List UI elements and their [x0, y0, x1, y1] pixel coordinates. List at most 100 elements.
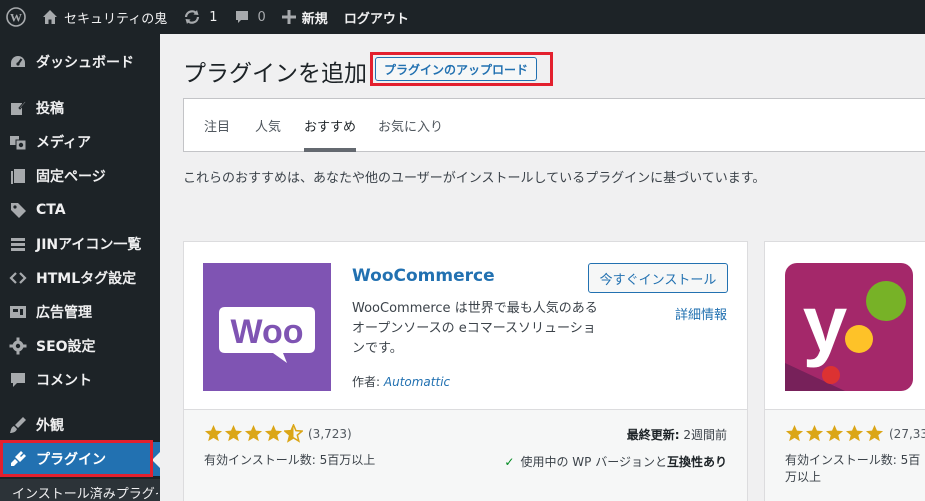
- sidebar-item-media[interactable]: メディア: [0, 125, 160, 159]
- plugin-icon: [8, 449, 28, 469]
- author-link[interactable]: Automattic: [384, 375, 450, 389]
- rating-count: (3,723): [308, 426, 352, 441]
- sidebar-item-label: メディア: [36, 135, 92, 151]
- sidebar-item-ads[interactable]: 広告管理: [0, 295, 160, 329]
- star-full-icon: [244, 424, 263, 443]
- brush-icon: [8, 415, 28, 435]
- woocommerce-logo-icon: Woo: [203, 263, 331, 391]
- sidebar-item-label: 広告管理: [36, 305, 92, 321]
- star-full-icon: [785, 424, 804, 443]
- comment-icon: [234, 9, 250, 25]
- star-full-icon: [204, 424, 223, 443]
- updates-icon: [183, 9, 201, 25]
- comments-count: 0: [257, 9, 266, 25]
- star-full-icon: [224, 424, 243, 443]
- star-rating: (3,723): [204, 423, 352, 443]
- tab-recommended[interactable]: おすすめ: [304, 99, 357, 152]
- sidebar-item-html-tags[interactable]: HTMLタグ設定: [0, 261, 160, 295]
- sidebar-item-label: ダッシュボード: [36, 55, 134, 71]
- updates-count: 1: [209, 9, 218, 25]
- plugin-card-woocommerce: Woo WooCommerce 今すぐインストール 詳細情報 WooCommer…: [183, 241, 748, 501]
- last-updated: 最終更新: 2週間前: [627, 426, 727, 443]
- plugin-author: 作者: Automattic: [352, 373, 450, 390]
- logout-link[interactable]: ログアウト: [336, 0, 417, 34]
- updates-link[interactable]: 1: [175, 0, 225, 34]
- plugin-card-yoast: y (27,339 有効インストール数: 5百万以上: [764, 241, 925, 501]
- tag-icon: [8, 200, 28, 220]
- compatibility: ✓ 使用中の WP バージョンと 互換性あり: [504, 453, 727, 470]
- sidebar-item-seo[interactable]: SEO設定: [0, 329, 160, 363]
- tab-featured[interactable]: 注目: [204, 99, 230, 151]
- sidebar-item-appearance[interactable]: 外観: [0, 408, 160, 442]
- last-updated-label: 最終更新:: [626, 428, 680, 442]
- sidebar-item-label: プラグイン: [36, 452, 106, 468]
- tab-favorites[interactable]: お気に入り: [378, 99, 443, 151]
- sidebar-item-dashboard[interactable]: ダッシュボード: [0, 45, 160, 79]
- home-icon: [42, 9, 58, 25]
- plus-icon: [281, 10, 296, 24]
- pin-icon: [8, 98, 28, 118]
- media-icon: [8, 132, 28, 152]
- star-full-icon: [825, 424, 844, 443]
- gear-icon: [8, 336, 28, 356]
- plugin-card-footer: (3,723) 有効インストール数: 5百万以上 最終更新: 2週間前 ✓ 使用…: [184, 409, 747, 501]
- upload-plugin-button[interactable]: プラグインのアップロード: [375, 57, 538, 81]
- sidebar-item-label: JINアイコン一覧: [36, 237, 142, 253]
- submenu-item-installed-plugins[interactable]: インストール済みプラグイン: [12, 483, 158, 501]
- site-name: セキュリティの鬼: [64, 11, 168, 27]
- compat-bold: 互換性あり: [666, 455, 727, 469]
- star-half-icon: [283, 423, 304, 443]
- sidebar-item-label: CTA: [36, 202, 66, 218]
- tab-popular[interactable]: 人気: [255, 99, 281, 151]
- new-label: 新規: [301, 11, 328, 27]
- plugin-description: WooCommerce は世界で最も人気のあるオープンソースの eコマースソリュ…: [352, 301, 598, 356]
- svg-text:y: y: [803, 279, 848, 368]
- comment-icon: [8, 370, 28, 390]
- sidebar-item-label: HTMLタグ設定: [36, 271, 137, 287]
- plugin-card-footer: (27,339 有効インストール数: 5百万以上: [765, 409, 925, 501]
- svg-text:W: W: [10, 11, 22, 25]
- logout-label: ログアウト: [343, 11, 409, 27]
- yoast-logo-icon: y: [785, 263, 913, 391]
- ad-icon: [8, 302, 28, 322]
- more-details-link[interactable]: 詳細情報: [675, 304, 727, 323]
- active-installs: 有効インストール数: 5百万以上: [785, 453, 921, 484]
- star-full-icon: [805, 424, 824, 443]
- sidebar-item-jin-icons[interactable]: JINアイコン一覧: [0, 227, 160, 261]
- sidebar-item-pages[interactable]: 固定ページ: [0, 159, 160, 193]
- site-name-link[interactable]: セキュリティの鬼: [34, 0, 175, 34]
- sidebar-item-comments[interactable]: コメント: [0, 363, 160, 397]
- page-title: プラグインを追加: [183, 61, 367, 87]
- sidebar-item-label: 投稿: [36, 101, 64, 117]
- svg-text:Woo: Woo: [230, 313, 303, 351]
- admin-bar: W セキュリティの鬼 1 0 新規 ログアウト: [0, 0, 925, 34]
- active-installs: 有効インストール数: 5百万以上: [204, 453, 376, 467]
- wordpress-logo-icon: W: [6, 7, 26, 27]
- last-updated-value: 2週間前: [683, 428, 727, 442]
- plugin-filter-bar: 注目 人気 おすすめ お気に入り: [183, 98, 925, 152]
- star-full-icon: [264, 424, 283, 443]
- star-full-icon: [845, 424, 864, 443]
- sidebar-item-plugins[interactable]: プラグイン: [0, 442, 160, 476]
- star-rating: (27,339: [785, 424, 925, 443]
- comments-link[interactable]: 0: [226, 0, 274, 34]
- new-content-link[interactable]: 新規: [274, 0, 336, 34]
- dashboard-icon: [8, 52, 28, 72]
- current-menu-arrow: [152, 452, 160, 468]
- check-icon: ✓: [504, 454, 515, 469]
- install-now-button[interactable]: 今すぐインストール: [588, 263, 728, 293]
- sidebar-item-label: 固定ページ: [36, 169, 106, 185]
- compat-text: 使用中の WP バージョンと: [520, 455, 667, 469]
- wp-logo-button[interactable]: W: [0, 0, 34, 34]
- sidebar-item-posts[interactable]: 投稿: [0, 91, 160, 125]
- plugin-name[interactable]: WooCommerce: [352, 266, 495, 286]
- code-icon: [8, 268, 28, 288]
- list-icon: [8, 234, 28, 254]
- sidebar-item-cta[interactable]: CTA: [0, 193, 160, 227]
- sidebar-item-label: 外観: [36, 418, 64, 434]
- recommendation-description: これらのおすすめは、あなたや他のユーザーがインストールしているプラグインに基づい…: [183, 171, 766, 186]
- plugins-submenu: インストール済みプラグイン: [0, 479, 160, 501]
- sidebar-item-label: SEO設定: [36, 339, 96, 355]
- rating-count: (27,339: [889, 426, 925, 441]
- author-prefix: 作者:: [352, 375, 381, 389]
